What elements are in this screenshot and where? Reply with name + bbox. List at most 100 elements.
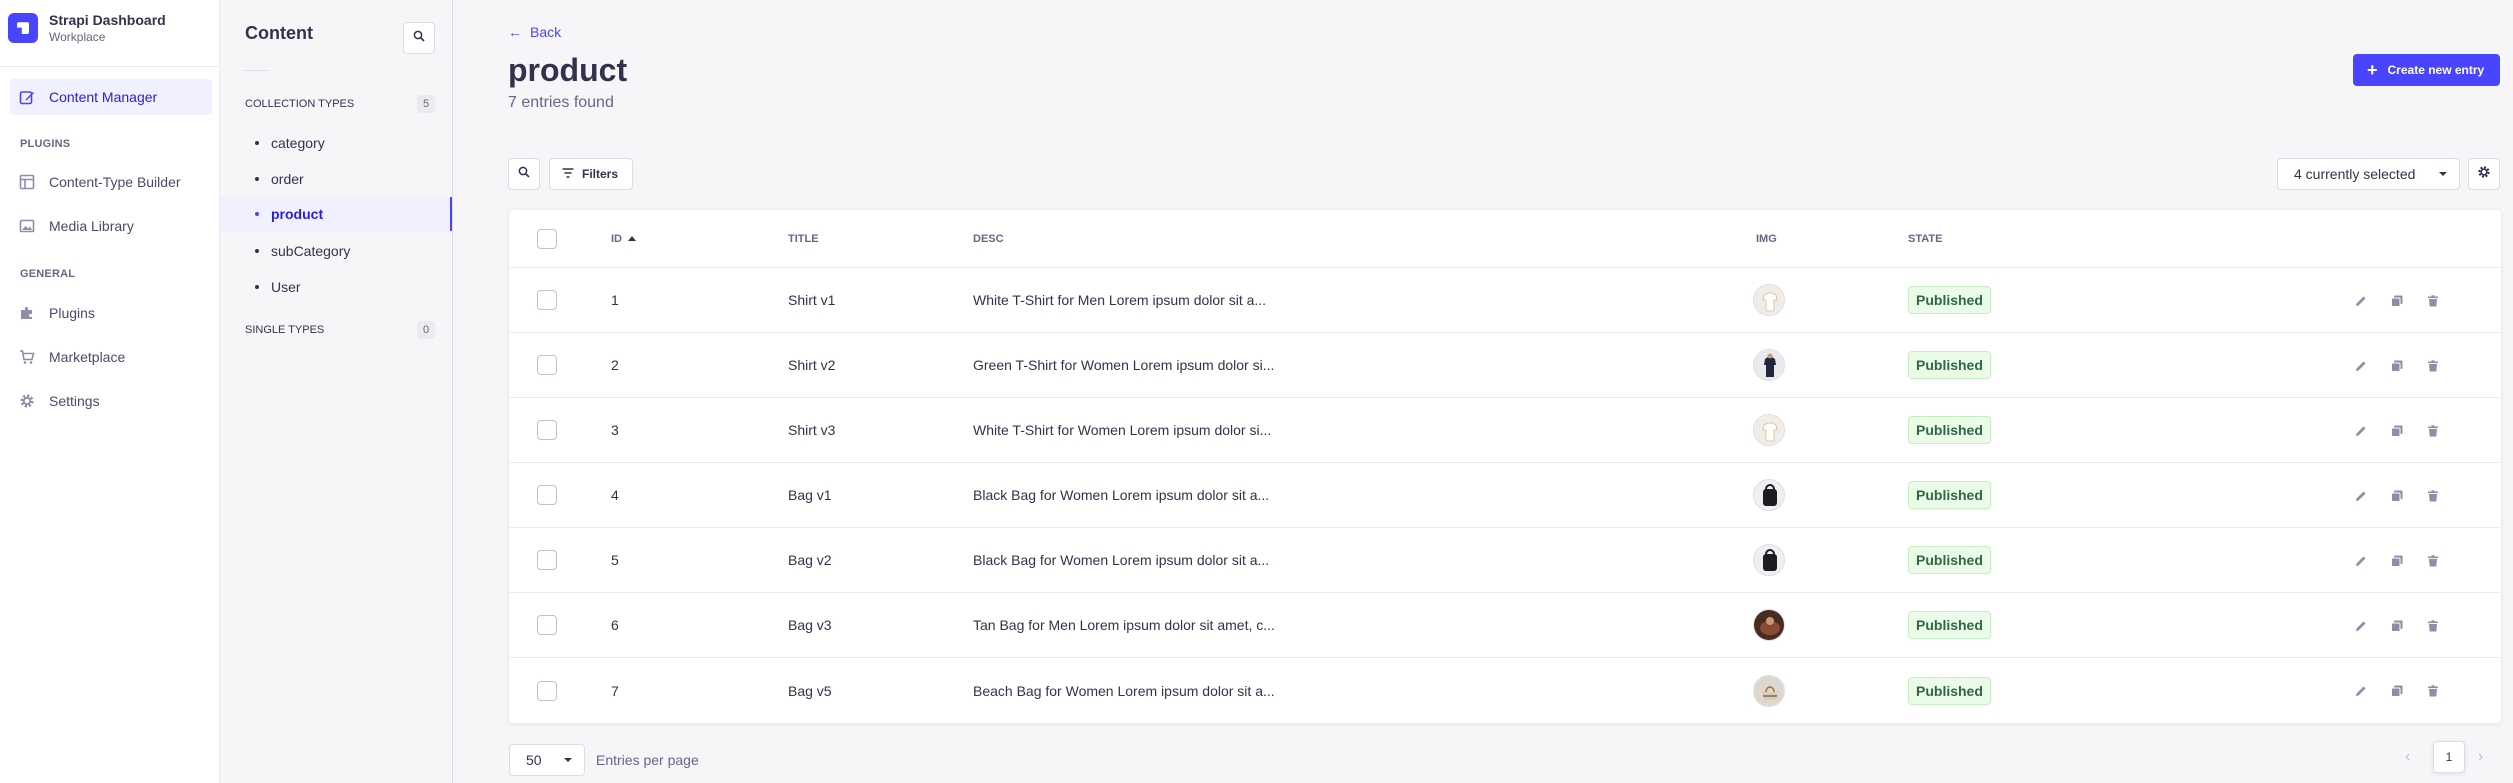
subnav-item-category[interactable]: category [220, 126, 452, 160]
duplicate-icon[interactable] [2389, 618, 2405, 634]
nav-item-content-manager[interactable]: Content Manager [10, 79, 212, 115]
columns-select[interactable]: 4 currently selected [2277, 158, 2460, 190]
table-row[interactable]: 7 Bag v5 Beach Bag for Women Lorem ipsum d… [509, 658, 2501, 723]
filters-button[interactable]: Filters [549, 158, 634, 190]
subnav-item-subcategory[interactable]: subCategory [220, 234, 452, 268]
row-checkbox[interactable] [537, 485, 557, 505]
table-row[interactable]: 6 Bag v3 Tan Bag for Men Lorem ipsum dolor… [509, 593, 2501, 658]
settings-button[interactable] [2468, 158, 2500, 190]
brand[interactable]: Strapi Dashboard Workplace [8, 12, 166, 45]
table-row[interactable]: 2 Shirt v2 Green T-Shirt for Women Lorem i… [509, 333, 2501, 398]
back-label: Back [530, 24, 562, 40]
edit-icon[interactable] [2353, 683, 2369, 699]
trash-icon[interactable] [2425, 358, 2441, 374]
arrow-left-icon: ← [508, 24, 522, 40]
column-header-id[interactable]: ID [611, 210, 636, 267]
collection-types-header[interactable]: COLLECTION TYPES 5 [245, 95, 435, 113]
edit-icon[interactable] [2353, 488, 2369, 504]
cell-title: Bag v2 [788, 552, 832, 568]
search-icon [413, 29, 425, 47]
column-header-desc[interactable]: DESC [973, 210, 1004, 267]
table-row[interactable]: 3 Shirt v3 White T-Shirt for Women Lorem i… [509, 398, 2501, 463]
nav-item-content-type-builder[interactable]: Content-Type Builder [10, 164, 212, 200]
single-types-header[interactable]: SINGLE TYPES 0 [245, 321, 435, 339]
shopping-cart-icon [19, 349, 35, 365]
nav-item-label: Marketplace [49, 349, 126, 365]
duplicate-icon[interactable] [2389, 553, 2405, 569]
trash-icon[interactable] [2425, 618, 2441, 634]
row-checkbox[interactable] [537, 420, 557, 440]
cell-id: 2 [611, 357, 619, 373]
edit-icon[interactable] [2353, 358, 2369, 374]
main-content: ← Back product 7 entries found + Create … [453, 0, 2513, 783]
subnav-item-user[interactable]: User [220, 270, 452, 304]
cell-desc: Black Bag for Women Lorem ipsum dolor si… [973, 552, 1270, 568]
trash-icon[interactable] [2425, 683, 2441, 699]
subnav-item-label: User [271, 279, 301, 295]
back-link[interactable]: ← Back [508, 24, 561, 40]
duplicate-icon[interactable] [2389, 423, 2405, 439]
bullet-icon [255, 249, 259, 253]
column-header-title[interactable]: TITLE [788, 210, 819, 267]
cell-id: 3 [611, 422, 619, 438]
single-types-label: SINGLE TYPES [245, 324, 325, 336]
gear-icon [19, 393, 35, 409]
edit-icon[interactable] [2353, 423, 2369, 439]
bullet-icon [255, 177, 259, 181]
row-checkbox[interactable] [537, 550, 557, 570]
nav-item-media-library[interactable]: Media Library [10, 208, 212, 244]
subnav-search-button[interactable] [403, 22, 435, 54]
nav-item-plugins[interactable]: Plugins [10, 295, 212, 331]
bullet-icon [255, 285, 259, 289]
create-entry-button[interactable]: + Create new entry [2353, 54, 2501, 86]
nav-item-settings[interactable]: Settings [10, 383, 212, 419]
bullet-icon [255, 141, 259, 145]
table-search-button[interactable] [508, 158, 540, 190]
edit-icon[interactable] [2353, 293, 2369, 309]
subnav-item-label: subCategory [271, 243, 351, 259]
previous-page-button[interactable]: ‹ [2405, 748, 2410, 766]
shirt-white-thumbnail [1753, 284, 1785, 316]
status-badge: Published [1908, 611, 1991, 639]
status-badge: Published [1908, 481, 1991, 509]
row-checkbox[interactable] [537, 355, 557, 375]
row-checkbox[interactable] [537, 615, 557, 635]
column-header-state[interactable]: STATE [1908, 210, 1942, 267]
table-row[interactable]: 1 Shirt v1 White T-Shirt for Men Lorem ips… [509, 268, 2501, 333]
per-page-value: 50 [526, 752, 542, 768]
duplicate-icon[interactable] [2389, 683, 2405, 699]
duplicate-icon[interactable] [2389, 293, 2405, 309]
row-checkbox[interactable] [537, 680, 557, 701]
nav-item-marketplace[interactable]: Marketplace [10, 339, 212, 375]
create-entry-label: Create new entry [2387, 63, 2485, 77]
table-row[interactable]: 5 Bag v2 Black Bag for Women Lorem ipsum d… [509, 528, 2501, 593]
cell-desc: White T-Shirt for Women Lorem ipsum dolo… [973, 422, 1272, 438]
bag-tan-thumbnail [1753, 609, 1785, 641]
select-all-checkbox[interactable] [537, 228, 557, 249]
duplicate-icon[interactable] [2389, 358, 2405, 374]
per-page-select[interactable]: 50 [509, 744, 585, 776]
chevron-right-icon: › [2478, 748, 2484, 765]
column-label: ID [611, 232, 622, 245]
page-1-button[interactable]: 1 [2433, 741, 2465, 773]
duplicate-icon[interactable] [2389, 488, 2405, 504]
strapi-logo-icon [8, 13, 38, 44]
next-page-button[interactable]: › [2478, 748, 2483, 766]
cell-id: 5 [611, 552, 619, 568]
edit-icon[interactable] [2353, 618, 2369, 634]
edit-icon[interactable] [2353, 553, 2369, 569]
image-icon [19, 218, 35, 234]
subnav-item-product[interactable]: product [220, 197, 452, 231]
subnav-item-order[interactable]: order [220, 162, 452, 196]
trash-icon[interactable] [2425, 553, 2441, 569]
table-row[interactable]: 4 Bag v1 Black Bag for Women Lorem ipsum d… [509, 463, 2501, 528]
puzzle-icon [19, 305, 35, 321]
row-checkbox[interactable] [537, 290, 557, 310]
trash-icon[interactable] [2425, 488, 2441, 504]
single-types-count: 0 [417, 321, 435, 339]
cell-desc: White T-Shirt for Men Lorem ipsum dolor … [973, 292, 1267, 308]
cell-id: 4 [611, 487, 619, 503]
trash-icon[interactable] [2425, 423, 2441, 439]
trash-icon[interactable] [2425, 293, 2441, 309]
column-header-img: IMG [1756, 232, 1777, 245]
